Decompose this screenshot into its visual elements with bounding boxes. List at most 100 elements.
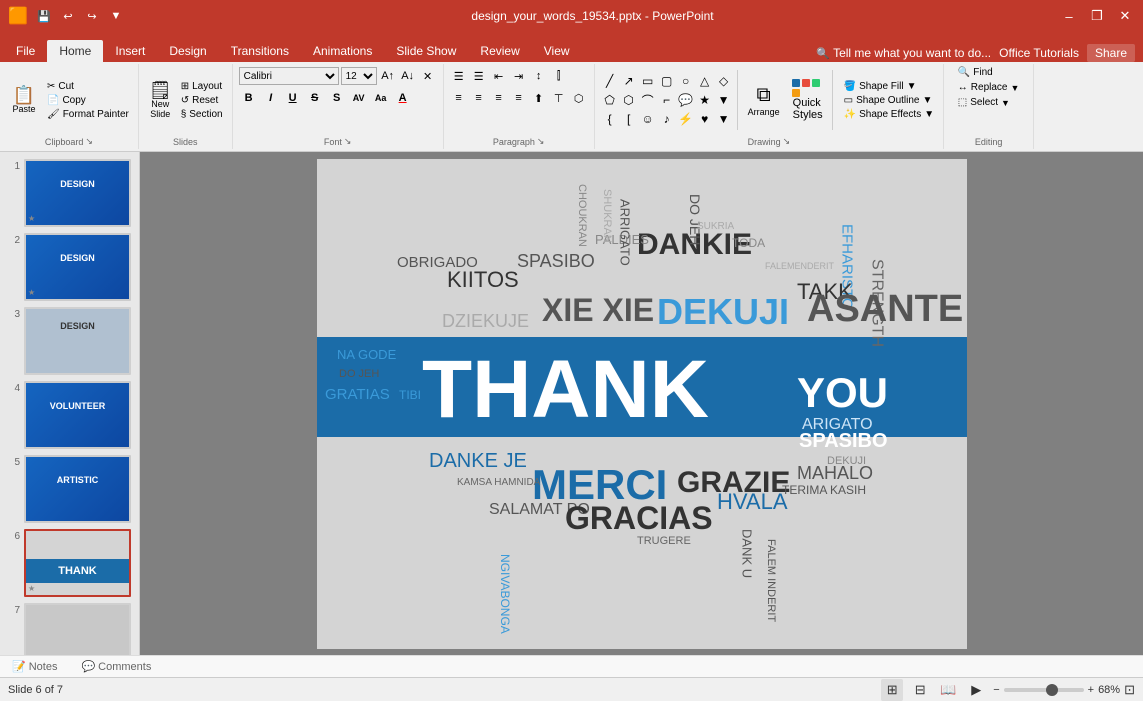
increase-indent-button[interactable]: ⇥ xyxy=(510,67,528,85)
bold-button[interactable]: B xyxy=(239,89,259,107)
slide-thumb-2[interactable]: 2 DESIGN ★ xyxy=(8,233,131,301)
round-rect-shape[interactable]: ▢ xyxy=(658,72,676,90)
slideshow-button[interactable]: ▶ xyxy=(965,679,987,701)
zoom-out-button[interactable]: − xyxy=(993,684,999,696)
close-button[interactable]: ✕ xyxy=(1115,6,1135,26)
scroll-shapes-btn[interactable]: ▼ xyxy=(715,110,733,128)
reset-button[interactable]: ↺ Reset xyxy=(178,94,226,107)
underline-button[interactable]: U xyxy=(283,89,303,107)
clipboard-label[interactable]: Clipboard ↘ xyxy=(45,134,93,147)
strikethrough-button[interactable]: S xyxy=(305,89,325,107)
drawing-expand-icon[interactable]: ↘ xyxy=(783,136,791,147)
shape-outline-button[interactable]: ▭ Shape Outline ▼ xyxy=(841,94,937,107)
tab-animations[interactable]: Animations xyxy=(301,40,384,62)
arrow-shape[interactable]: ↗ xyxy=(620,72,638,90)
music-shape[interactable]: ♪ xyxy=(658,110,676,128)
text-direction-button[interactable]: ⬆ xyxy=(530,89,548,107)
tab-review[interactable]: Review xyxy=(468,40,531,62)
tab-transitions[interactable]: Transitions xyxy=(219,40,301,62)
slide-image-1[interactable]: DESIGN ★ xyxy=(24,159,131,227)
normal-view-button[interactable]: ⊞ xyxy=(881,679,903,701)
copy-button[interactable]: 📄 Copy xyxy=(44,94,132,107)
layout-button[interactable]: ⊞ Layout xyxy=(178,80,226,93)
slide-canvas[interactable]: THANK YOU ARIGATO SPASIBO DANKIE STRENGT… xyxy=(317,159,967,649)
shape-effects-dropdown[interactable]: ▼ xyxy=(924,109,934,120)
select-button[interactable]: ⬚ Select ▼ xyxy=(955,96,1013,109)
numbering-button[interactable]: ☰ xyxy=(470,67,488,85)
paragraph-label[interactable]: Paragraph ↘ xyxy=(493,134,545,147)
columns-button[interactable]: ⫿ xyxy=(550,67,568,85)
brace-shape[interactable]: { xyxy=(601,110,619,128)
slide-image-7[interactable] xyxy=(24,603,131,655)
shape-fill-dropdown[interactable]: ▼ xyxy=(907,81,917,92)
bullets-button[interactable]: ☰ xyxy=(450,67,468,85)
save-button[interactable]: 💾 xyxy=(34,6,54,26)
new-slide-button[interactable]: 🗒 NewSlide xyxy=(145,79,176,122)
find-button[interactable]: 🔍 Find xyxy=(955,66,996,79)
line-spacing-button[interactable]: ↕ xyxy=(530,67,548,85)
slide-sorter-button[interactable]: ⊟ xyxy=(909,679,931,701)
replace-button[interactable]: ↔ Replace ▼ xyxy=(955,81,1023,94)
callout-shape[interactable]: 💬 xyxy=(677,91,695,109)
diamond-shape[interactable]: ◇ xyxy=(715,72,733,90)
increase-font-button[interactable]: A↑ xyxy=(379,67,397,85)
minimize-button[interactable]: ‒ xyxy=(1059,6,1079,26)
restore-button[interactable]: ❒ xyxy=(1087,6,1107,26)
slide-thumb-1[interactable]: 1 DESIGN ★ xyxy=(8,159,131,227)
decrease-font-button[interactable]: A↓ xyxy=(399,67,417,85)
slide-image-6[interactable]: THANK ★ xyxy=(24,529,131,597)
shape-fill-button[interactable]: 🪣 Shape Fill ▼ xyxy=(841,80,937,93)
section-button[interactable]: § Section xyxy=(178,108,226,121)
font-expand-icon[interactable]: ↘ xyxy=(344,136,352,147)
slide-thumb-5[interactable]: 5 ARTISTIC xyxy=(8,455,131,523)
slide-thumb-4[interactable]: 4 VOLUNTEER xyxy=(8,381,131,449)
align-left-button[interactable]: ≡ xyxy=(450,89,468,107)
main-slide-area[interactable]: THANK YOU ARIGATO SPASIBO DANKIE STRENGT… xyxy=(140,152,1143,655)
tab-home[interactable]: Home xyxy=(47,40,103,62)
slide-thumb-6[interactable]: 6 THANK ★ xyxy=(8,529,131,597)
change-case-button[interactable]: Aa xyxy=(371,89,391,107)
tab-insert[interactable]: Insert xyxy=(103,40,157,62)
format-painter-button[interactable]: 🖌 Format Painter xyxy=(44,108,132,121)
justify-button[interactable]: ≡ xyxy=(510,89,528,107)
triangle-shape[interactable]: △ xyxy=(696,72,714,90)
shape-effects-button[interactable]: ✨ Shape Effects ▼ xyxy=(841,108,937,121)
smiley-shape[interactable]: ☺ xyxy=(639,110,657,128)
redo-button[interactable]: ↪ xyxy=(82,6,102,26)
notes-button[interactable]: 📝 Notes xyxy=(8,658,61,675)
hex-shape[interactable]: ⬡ xyxy=(620,91,638,109)
bracket-shape[interactable]: [ xyxy=(620,110,638,128)
decrease-indent-button[interactable]: ⇤ xyxy=(490,67,508,85)
slide-image-2[interactable]: DESIGN ★ xyxy=(24,233,131,301)
font-size-select[interactable]: 12 xyxy=(341,67,377,85)
italic-button[interactable]: I xyxy=(261,89,281,107)
fit-slide-button[interactable]: ⊡ xyxy=(1124,682,1135,698)
ellipse-shape[interactable]: ○ xyxy=(677,72,695,90)
customize-qa-button[interactable]: ▼ xyxy=(106,6,126,26)
share-button[interactable]: Share xyxy=(1087,44,1135,62)
star-shape[interactable]: ★ xyxy=(696,91,714,109)
slide-panel[interactable]: 1 DESIGN ★ 2 DESIGN ★ 3 DESIGN xyxy=(0,152,140,655)
zoom-in-button[interactable]: + xyxy=(1088,684,1094,696)
font-name-select[interactable]: Calibri xyxy=(239,67,339,85)
align-center-button[interactable]: ≡ xyxy=(470,89,488,107)
slide-image-4[interactable]: VOLUNTEER xyxy=(24,381,131,449)
align-right-button[interactable]: ≡ xyxy=(490,89,508,107)
slides-label[interactable]: Slides xyxy=(173,135,198,147)
connector-shape[interactable]: ⌐ xyxy=(658,91,676,109)
paste-button[interactable]: 📋 Paste xyxy=(6,84,42,117)
rect-shape[interactable]: ▭ xyxy=(639,72,657,90)
comments-button[interactable]: 💬 Comments xyxy=(77,658,155,675)
clipboard-expand-icon[interactable]: ↘ xyxy=(85,136,93,147)
drawing-label[interactable]: Drawing ↘ xyxy=(748,134,791,147)
curve-shape[interactable]: ⌒ xyxy=(639,91,657,109)
cut-button[interactable]: ✂ Cut xyxy=(44,80,132,93)
align-text-button[interactable]: ⊤ xyxy=(550,89,568,107)
undo-button[interactable]: ↩ xyxy=(58,6,78,26)
tab-design[interactable]: Design xyxy=(157,40,218,62)
font-color-button[interactable]: A xyxy=(393,89,413,107)
char-spacing-button[interactable]: AV xyxy=(349,89,369,107)
line-shape[interactable]: ╱ xyxy=(601,72,619,90)
paragraph-expand-icon[interactable]: ↘ xyxy=(537,136,545,147)
slide-thumb-7[interactable]: 7 xyxy=(8,603,131,655)
